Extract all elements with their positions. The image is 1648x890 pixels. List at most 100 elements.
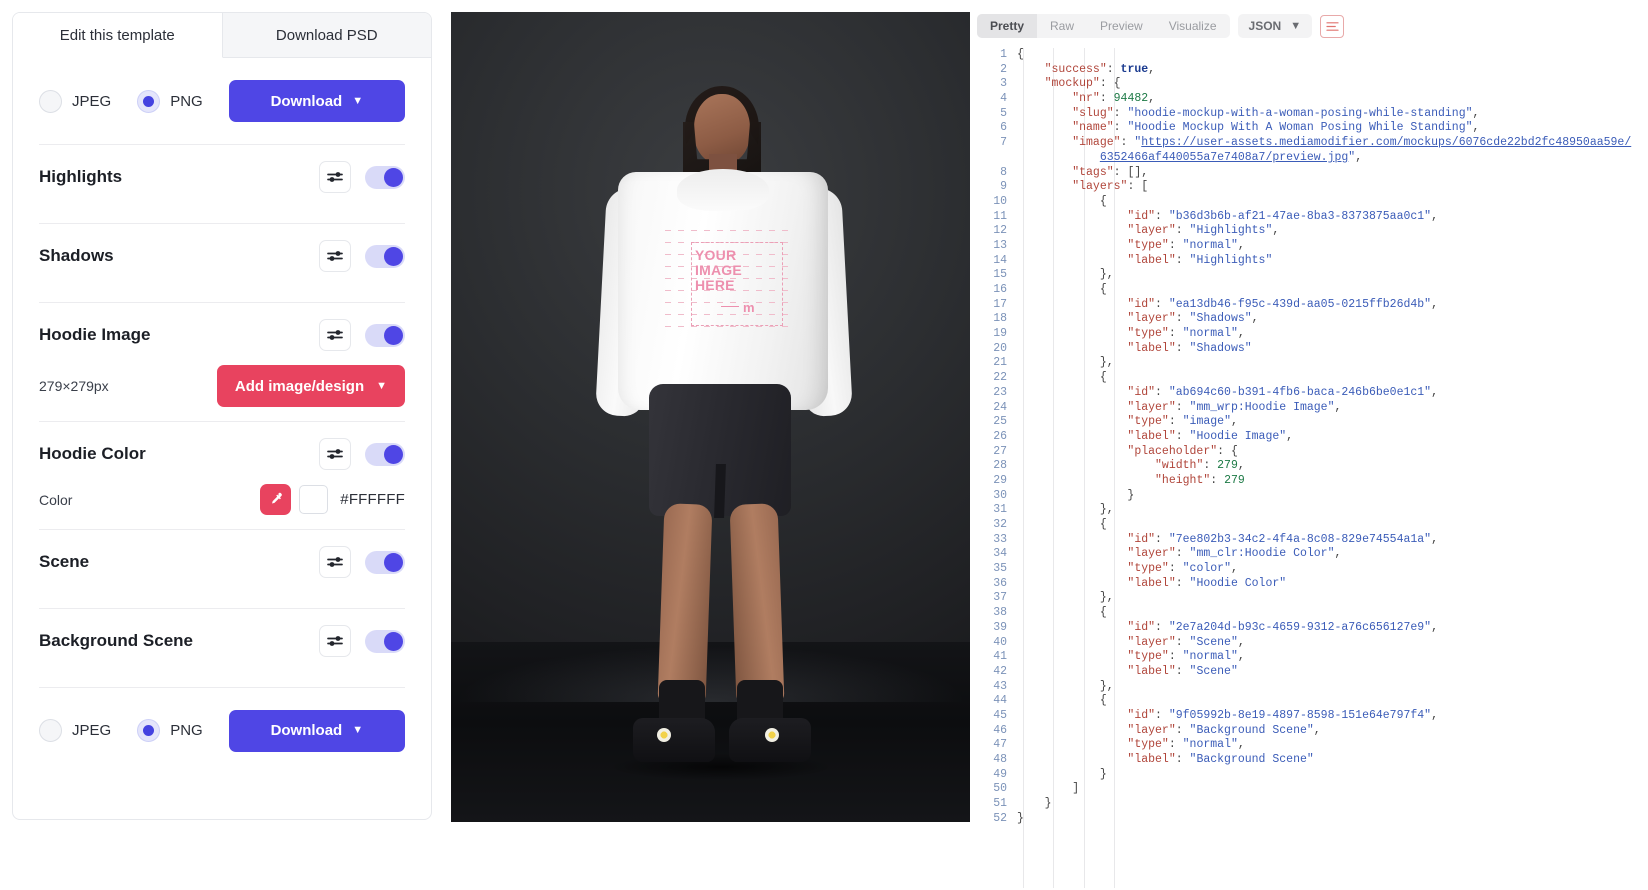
placeholder-line-3: HERE bbox=[695, 277, 735, 293]
code-text: "type": "normal", bbox=[1127, 238, 1245, 252]
code-text: "id": "7ee802b3-34c2-4f4a-8c08-829e74554… bbox=[1127, 532, 1438, 546]
code-text: "label": "Scene" bbox=[1127, 664, 1238, 678]
design-placeholder-area[interactable]: YOUR IMAGE HERE m bbox=[665, 224, 789, 340]
line-number: 37 bbox=[993, 591, 1007, 605]
color-hex-value[interactable]: #FFFFFF bbox=[340, 491, 405, 508]
code-line: 43 }, bbox=[977, 680, 1648, 695]
code-line: 49 } bbox=[977, 768, 1648, 783]
code-line: 34 "layer": "mm_clr:Hoodie Color", bbox=[977, 547, 1648, 562]
code-text: "id": "b36d3b6b-af21-47ae-8ba3-8373875aa… bbox=[1127, 209, 1438, 223]
line-number: 48 bbox=[993, 753, 1007, 766]
layer-title: Scene bbox=[39, 552, 90, 571]
code-line: 31 }, bbox=[977, 503, 1648, 518]
add-image-design-button[interactable]: Add image/design ▼ bbox=[216, 365, 405, 407]
code-line: 22 { bbox=[977, 371, 1648, 386]
layer-title: Shadows bbox=[39, 246, 114, 265]
line-number: 32 bbox=[993, 518, 1007, 531]
code-line: 1{ bbox=[977, 48, 1648, 63]
eyedropper-icon[interactable] bbox=[260, 484, 292, 515]
layer-toggle-hoodie-color[interactable] bbox=[365, 442, 405, 466]
code-line: 18 "layer": "Shadows", bbox=[977, 312, 1648, 327]
code-text: "label": "Hoodie Image", bbox=[1127, 429, 1294, 443]
json-code-viewer[interactable]: 1{2 "success": true, 3 "mockup": {4 "nr":… bbox=[977, 48, 1648, 888]
code-text: "success": true, bbox=[1044, 62, 1156, 76]
radio-png-top[interactable]: PNG bbox=[137, 89, 203, 113]
tab-raw[interactable]: Raw bbox=[1037, 14, 1087, 38]
tab-edit-this-template[interactable]: Edit this template bbox=[13, 13, 223, 58]
radio-jpeg-top[interactable]: JPEG bbox=[39, 89, 112, 113]
tab-pretty[interactable]: Pretty bbox=[977, 14, 1038, 38]
tab-visualize[interactable]: Visualize bbox=[1156, 14, 1230, 38]
layer-toggle-background-scene[interactable] bbox=[365, 629, 405, 653]
layer-header: Hoodie Image bbox=[39, 319, 405, 351]
download-button-bottom[interactable]: Download ▼ bbox=[228, 709, 405, 752]
code-line: 15 }, bbox=[977, 268, 1648, 283]
code-line: 50 ] bbox=[977, 782, 1648, 797]
sliders-icon[interactable] bbox=[319, 319, 351, 351]
code-line: 16 { bbox=[977, 283, 1648, 298]
layer-title: Highlights bbox=[39, 167, 123, 186]
code-text: } bbox=[1099, 767, 1107, 781]
export-format-row-top: JPEG PNG Download ▼ bbox=[39, 58, 405, 144]
code-text: { bbox=[1017, 48, 1024, 61]
layer-toggle-shadows[interactable] bbox=[365, 244, 405, 268]
layer-header: Hoodie Color bbox=[39, 438, 405, 470]
line-number: 47 bbox=[993, 738, 1007, 752]
layer-header: Shadows bbox=[39, 240, 405, 272]
line-number: 50 bbox=[993, 782, 1007, 796]
color-swatch[interactable] bbox=[299, 485, 329, 514]
line-number: 41 bbox=[993, 650, 1007, 664]
sliders-icon[interactable] bbox=[319, 240, 351, 272]
line-number: 3 bbox=[1000, 77, 1007, 91]
radio-label: JPEG bbox=[72, 92, 112, 110]
layer-toggle-hoodie-image[interactable] bbox=[365, 323, 405, 347]
code-text: } bbox=[1044, 797, 1052, 811]
line-number: 8 bbox=[1000, 165, 1007, 179]
line-number: 31 bbox=[993, 503, 1007, 517]
text-wrap-icon[interactable] bbox=[1320, 14, 1345, 38]
tab-preview[interactable]: Preview bbox=[1087, 14, 1156, 38]
sliders-icon[interactable] bbox=[319, 546, 351, 578]
mockup-image[interactable]: YOUR IMAGE HERE m bbox=[451, 12, 970, 822]
layer-row-scene: Scene bbox=[39, 529, 405, 608]
radio-jpeg-bottom[interactable]: JPEG bbox=[39, 719, 111, 742]
mockup-preview-column: YOUR IMAGE HERE m bbox=[444, 0, 977, 890]
layer-toggle-highlights[interactable] bbox=[365, 165, 405, 189]
radio-label: PNG bbox=[170, 722, 203, 739]
line-number: 12 bbox=[993, 224, 1007, 238]
code-text: "width": 279, bbox=[1155, 459, 1245, 473]
chevron-down-icon: ▼ bbox=[352, 724, 364, 736]
sliders-icon[interactable] bbox=[319, 625, 351, 657]
layer-toggle-scene[interactable] bbox=[365, 550, 405, 574]
download-button-top[interactable]: Download ▼ bbox=[228, 80, 405, 122]
add-image-label: Add image/design bbox=[234, 377, 365, 395]
radio-label: PNG bbox=[170, 92, 203, 110]
radio-png-bottom[interactable]: PNG bbox=[137, 719, 203, 742]
editor-panel: Edit this template Download PSD JPEG PNG bbox=[12, 12, 432, 820]
code-text: "type": "normal", bbox=[1127, 650, 1245, 664]
code-line: 45 "id": "9f05992b-8e19-4897-8598-151e64… bbox=[977, 709, 1648, 724]
code-line: 33 "id": "7ee802b3-34c2-4f4a-8c08-829e74… bbox=[977, 533, 1648, 548]
sliders-icon[interactable] bbox=[319, 438, 351, 470]
layer-row-highlights: Highlights bbox=[39, 144, 405, 223]
tab-download-psd[interactable]: Download PSD bbox=[222, 13, 431, 58]
code-text: }, bbox=[1099, 679, 1114, 693]
code-line: 44 { bbox=[977, 694, 1648, 709]
line-number: 52 bbox=[993, 811, 1007, 825]
line-number: 24 bbox=[993, 400, 1007, 414]
tab-label: Edit this template bbox=[59, 26, 175, 44]
mediamodifier-logo-icon: m bbox=[743, 300, 755, 315]
format-select[interactable]: JSON ▼ bbox=[1237, 14, 1313, 38]
line-number: 51 bbox=[993, 797, 1007, 811]
line-number: 34 bbox=[993, 547, 1007, 561]
sliders-icon[interactable] bbox=[319, 161, 351, 193]
line-number: 5 bbox=[1000, 106, 1007, 120]
code-text: { bbox=[1099, 283, 1107, 296]
code-line: 36 "label": "Hoodie Color" bbox=[977, 577, 1648, 592]
sidebar-content: JPEG PNG Download ▼ Highlights Shadows H… bbox=[13, 58, 431, 819]
hoodie-hood bbox=[677, 169, 769, 211]
code-text: "label": "Hoodie Color" bbox=[1127, 576, 1287, 590]
code-line: 26 "label": "Hoodie Image", bbox=[977, 430, 1648, 445]
sidebar-tabs: Edit this template Download PSD bbox=[13, 13, 431, 58]
radio-label: JPEG bbox=[72, 722, 112, 739]
